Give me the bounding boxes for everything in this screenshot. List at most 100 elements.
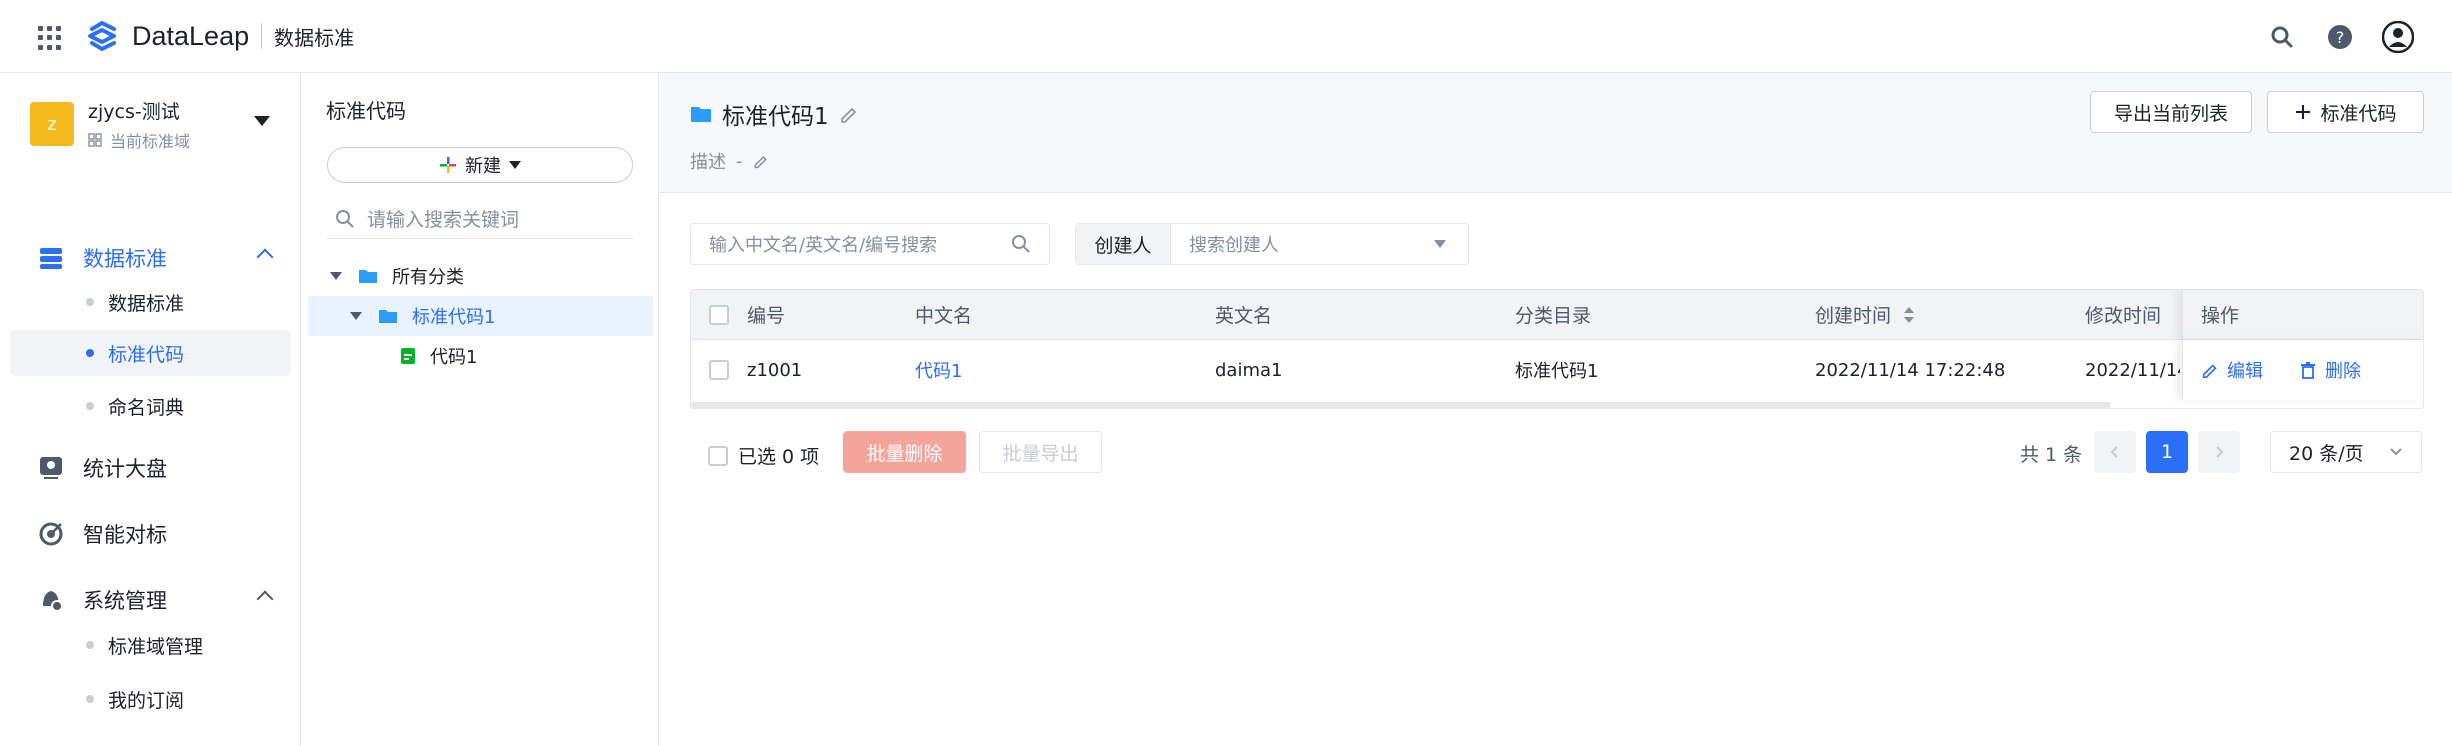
new-button[interactable]: 新建 — [327, 147, 633, 183]
page-size-label: 20 条/页 — [2289, 442, 2364, 465]
nav-group-statistics[interactable]: 统计大盘 — [0, 443, 301, 493]
chevron-down-icon — [2390, 448, 2402, 456]
next-page-button[interactable] — [2198, 431, 2240, 473]
delete-label: 删除 — [2325, 361, 2361, 382]
delete-button[interactable]: 删除 — [2299, 340, 2361, 400]
batch-delete-button[interactable]: 批量删除 — [843, 431, 966, 473]
project-switcher[interactable]: z zjycs-测试 当前标准域 — [30, 99, 280, 151]
top-bar: DataLeap 数据标准 ? — [0, 0, 2452, 73]
sidebar-item-naming-dictionary[interactable]: 命名词典 — [10, 383, 291, 429]
nav-group-label: 统计大盘 — [83, 457, 167, 481]
dataleap-logo-icon — [88, 20, 116, 52]
add-standard-code-button[interactable]: 标准代码 — [2267, 91, 2424, 133]
bullet-dot — [86, 402, 94, 410]
search-icon[interactable] — [2266, 21, 2298, 53]
user-avatar-icon[interactable] — [2382, 21, 2414, 53]
creator-label: 创建人 — [1076, 224, 1171, 264]
creator-filter[interactable]: 创建人 搜索创建人 — [1075, 223, 1469, 265]
page-title: 标准代码1 — [722, 104, 829, 130]
brand-name: DataLeap — [132, 20, 250, 51]
expand-caret-icon[interactable] — [330, 272, 342, 280]
column-modified-time[interactable]: 修改时间 — [2085, 290, 2185, 339]
export-list-button[interactable]: 导出当前列表 — [2090, 91, 2252, 133]
add-standard-code-label: 标准代码 — [2320, 102, 2397, 125]
batch-delete-label: 批量删除 — [866, 442, 943, 465]
tree-node-code-1[interactable]: 代码1 — [308, 336, 653, 376]
caret-down-icon — [509, 161, 521, 169]
folder-icon — [359, 270, 377, 283]
plus-icon — [2296, 105, 2311, 119]
cell-category: 标准代码1 — [1515, 361, 1599, 382]
sidebar-item-standard-code[interactable]: 标准代码 — [10, 330, 291, 376]
nav-group-label: 数据标准 — [83, 247, 167, 271]
tree-node-label: 所有分类 — [392, 267, 464, 288]
chevron-up-icon[interactable] — [256, 590, 274, 608]
sidebar: z zjycs-测试 当前标准域 数据标准 数据标准 标准代码 命名词典 统计大… — [0, 73, 301, 746]
table-header: 编号 中文名 英文名 分类目录 创建时间 修改时间 操作 — [691, 290, 2423, 340]
sidebar-item-label: 标准代码 — [108, 343, 185, 366]
sidebar-item-domain-management[interactable]: 标准域管理 — [10, 622, 291, 668]
edit-description-icon[interactable] — [753, 153, 769, 169]
column-created-time[interactable]: 创建时间 — [1815, 290, 1915, 339]
nav-group-system-management[interactable]: 系统管理 — [0, 575, 301, 625]
new-button-label: 新建 — [465, 156, 501, 177]
page-button-current[interactable]: 1 — [2146, 431, 2188, 473]
cell-en-name: daima1 — [1215, 359, 1283, 381]
tree-search-placeholder: 请输入搜索关键词 — [367, 209, 520, 231]
nav-group-data-standard[interactable]: 数据标准 — [0, 233, 301, 283]
target-icon — [39, 522, 63, 546]
ops-column-header: 操作 — [2182, 290, 2423, 339]
horizontal-scrollbar[interactable] — [691, 402, 2111, 408]
cell-created-time: 2022/11/14 17:22:48 — [1815, 359, 2006, 381]
bullet-dot — [86, 298, 94, 306]
cell-modified-time: 2022/11/14 — [2085, 359, 2180, 381]
search-icon — [336, 209, 354, 228]
sidebar-item-my-subscriptions[interactable]: 我的订阅 — [10, 676, 291, 722]
logo[interactable]: DataLeap 数据标准 — [86, 20, 354, 52]
chevron-down-icon[interactable] — [1434, 240, 1446, 248]
prev-page-button[interactable] — [2094, 431, 2136, 473]
sort-icon[interactable] — [1903, 305, 1915, 325]
tree-node-all[interactable]: 所有分类 — [308, 256, 653, 296]
select-all-checkbox[interactable] — [709, 304, 729, 325]
batch-export-button[interactable]: 批量导出 — [979, 431, 1102, 473]
search-icon[interactable] — [1011, 234, 1031, 254]
tree-title: 标准代码 — [326, 99, 406, 123]
standard-code-table: 编号 中文名 英文名 分类目录 创建时间 修改时间 操作 z1001 代码1 d… — [690, 289, 2424, 409]
keyword-search-input[interactable]: 输入中文名/英文名/编号搜索 — [690, 223, 1050, 265]
nav-group-smart-benchmark[interactable]: 智能对标 — [0, 509, 301, 559]
sidebar-item-data-standard[interactable]: 数据标准 — [10, 279, 291, 325]
total-count: 共 1 条 — [2020, 444, 2083, 466]
bullet-dot — [86, 641, 94, 649]
tree-search-input[interactable]: 请输入搜索关键词 — [327, 199, 633, 239]
chevron-right-icon — [2216, 446, 2224, 458]
table-row[interactable]: z1001 代码1 daima1 标准代码1 2022/11/14 17:22:… — [691, 340, 2423, 400]
edit-title-icon[interactable] — [839, 104, 859, 124]
sidebar-item-label: 命名词典 — [108, 396, 185, 419]
ops-cell: 编辑 删除 — [2182, 340, 2423, 400]
column-code: 编号 — [747, 305, 786, 327]
database-icon — [40, 248, 62, 269]
settings-bell-icon — [43, 591, 63, 612]
page-size-select[interactable]: 20 条/页 — [2270, 431, 2422, 473]
row-checkbox[interactable] — [709, 360, 729, 380]
edit-button[interactable]: 编辑 — [2201, 340, 2263, 400]
edit-label: 编辑 — [2227, 361, 2263, 382]
description-value: - — [736, 150, 743, 172]
tree-node-standard-code-1[interactable]: 标准代码1 — [308, 296, 653, 336]
dashboard-icon — [40, 457, 62, 479]
keyword-search-placeholder: 输入中文名/英文名/编号搜索 — [709, 235, 938, 256]
batch-export-label: 批量导出 — [1002, 442, 1079, 465]
caret-down-icon[interactable] — [254, 116, 270, 126]
column-category: 分类目录 — [1515, 305, 1592, 327]
footer-select-checkbox[interactable] — [708, 445, 728, 466]
selected-count: 已选 0 项 — [738, 446, 820, 468]
nav-group-label: 智能对标 — [83, 523, 167, 547]
cell-cn-name-link[interactable]: 代码1 — [915, 340, 962, 400]
column-en-name: 英文名 — [1215, 305, 1273, 327]
help-icon[interactable]: ? — [2324, 21, 2356, 53]
expand-caret-icon[interactable] — [350, 312, 362, 320]
app-grid-icon[interactable] — [38, 26, 62, 50]
chevron-up-icon[interactable] — [256, 248, 274, 266]
project-name: zjycs-测试 — [88, 100, 180, 123]
